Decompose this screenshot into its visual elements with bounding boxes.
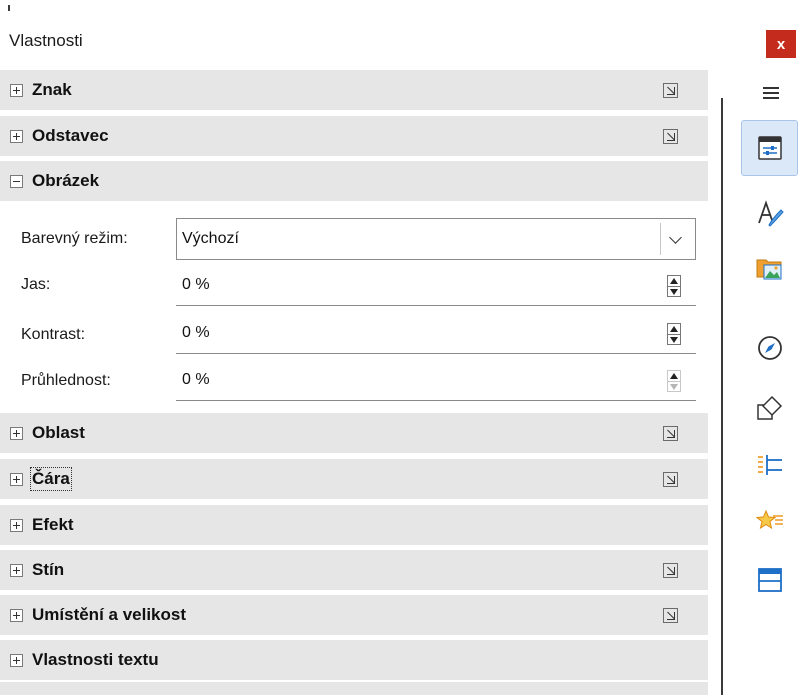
shapes-tab[interactable]: [741, 381, 798, 437]
color-mode-label: Barevný režim:: [21, 230, 128, 247]
expand-icon[interactable]: [10, 654, 23, 667]
page-tab[interactable]: [741, 437, 798, 493]
panel-title: Vlastnosti: [9, 31, 83, 50]
tabbar-separator[interactable]: [721, 98, 723, 695]
spin-down-icon[interactable]: [670, 384, 678, 390]
title-bar: Vlastnosti x: [0, 0, 799, 70]
expand-icon[interactable]: [10, 609, 23, 622]
shapes-icon: [756, 395, 782, 420]
section-header-obrazek[interactable]: Obrázek: [0, 161, 708, 203]
page-format-icon: [757, 455, 782, 475]
collapse-icon[interactable]: [10, 175, 23, 188]
section-header-cara[interactable]: Čára: [0, 459, 708, 501]
transparency-spinbox[interactable]: 0 %: [176, 361, 696, 401]
more-options-icon[interactable]: [663, 426, 678, 441]
section-header-efekt[interactable]: Efekt: [0, 505, 708, 547]
manage-changes-tab[interactable]: [741, 552, 798, 608]
spin-down-icon[interactable]: [670, 337, 678, 343]
section-header-vlastnosti-textu[interactable]: Vlastnosti textu: [0, 640, 708, 682]
styles-icon: [757, 200, 784, 227]
properties-icon: [757, 136, 782, 160]
gallery-icon: [756, 259, 781, 280]
transparency-spin-buttons[interactable]: [667, 370, 681, 392]
color-mode-value: Výchozí: [182, 230, 239, 247]
navigator-icon: [757, 336, 782, 360]
section-title: Obrázek: [32, 171, 100, 190]
spin-divider: [668, 286, 680, 287]
spin-up-icon[interactable]: [670, 326, 678, 332]
brightness-spin-buttons[interactable]: [667, 275, 681, 297]
color-mode-dropdown[interactable]: Výchozí: [176, 218, 696, 260]
section-title: Stín: [32, 560, 65, 579]
spin-divider: [668, 334, 680, 335]
more-options-icon[interactable]: [663, 83, 678, 98]
section-header-oblast[interactable]: Oblast: [0, 413, 708, 455]
expand-icon[interactable]: [10, 519, 23, 532]
section-header-umisteni[interactable]: Umístění a velikost: [0, 595, 708, 637]
section-title: Oblast: [32, 423, 85, 442]
deck-bottom-filler: [0, 682, 708, 695]
brightness-value[interactable]: 0 %: [182, 276, 210, 294]
contrast-spin-buttons[interactable]: [667, 323, 681, 345]
more-options-icon[interactable]: [663, 472, 678, 487]
section-title: Vlastnosti textu: [32, 650, 159, 669]
manage-changes-icon: [757, 568, 782, 592]
close-button[interactable]: x: [766, 30, 796, 58]
spin-up-icon[interactable]: [670, 373, 678, 379]
expand-icon[interactable]: [10, 564, 23, 577]
chevron-down-icon[interactable]: [669, 231, 682, 244]
title-bar-marker: [8, 5, 10, 11]
brightness-label: Jas:: [21, 276, 51, 293]
more-options-icon[interactable]: [663, 129, 678, 144]
transparency-label: Průhlednost:: [21, 372, 111, 389]
section-header-odstavec[interactable]: Odstavec: [0, 116, 708, 158]
spin-down-icon[interactable]: [670, 289, 678, 295]
spin-up-icon[interactable]: [670, 278, 678, 284]
style-inspector-tab[interactable]: [741, 495, 798, 551]
more-options-icon[interactable]: [663, 608, 678, 623]
section-title: Odstavec: [32, 126, 109, 145]
section-title: Umístění a velikost: [32, 605, 187, 624]
contrast-spinbox[interactable]: 0 %: [176, 314, 696, 354]
styles-tab[interactable]: [741, 186, 798, 242]
contrast-label: Kontrast:: [21, 326, 86, 343]
expand-icon[interactable]: [10, 427, 23, 440]
gallery-tab[interactable]: [741, 240, 798, 296]
transparency-value[interactable]: 0 %: [182, 371, 210, 389]
properties-tab[interactable]: [741, 120, 798, 176]
section-header-znak[interactable]: Znak: [0, 70, 708, 112]
navigator-tab[interactable]: [741, 320, 798, 376]
more-options-icon[interactable]: [663, 563, 678, 578]
dropdown-divider: [660, 223, 661, 255]
brightness-spinbox[interactable]: 0 %: [176, 266, 696, 306]
spin-divider: [668, 381, 680, 382]
contrast-value[interactable]: 0 %: [182, 324, 210, 342]
expand-icon[interactable]: [10, 473, 23, 486]
section-title: Znak: [32, 80, 72, 99]
expand-icon[interactable]: [10, 84, 23, 97]
section-title: Čára: [30, 467, 72, 491]
style-inspector-icon: [755, 509, 783, 530]
section-title: Efekt: [32, 515, 74, 534]
section-header-stin[interactable]: Stín: [0, 550, 708, 592]
hamburger-menu-icon[interactable]: [763, 87, 779, 99]
expand-icon[interactable]: [10, 130, 23, 143]
